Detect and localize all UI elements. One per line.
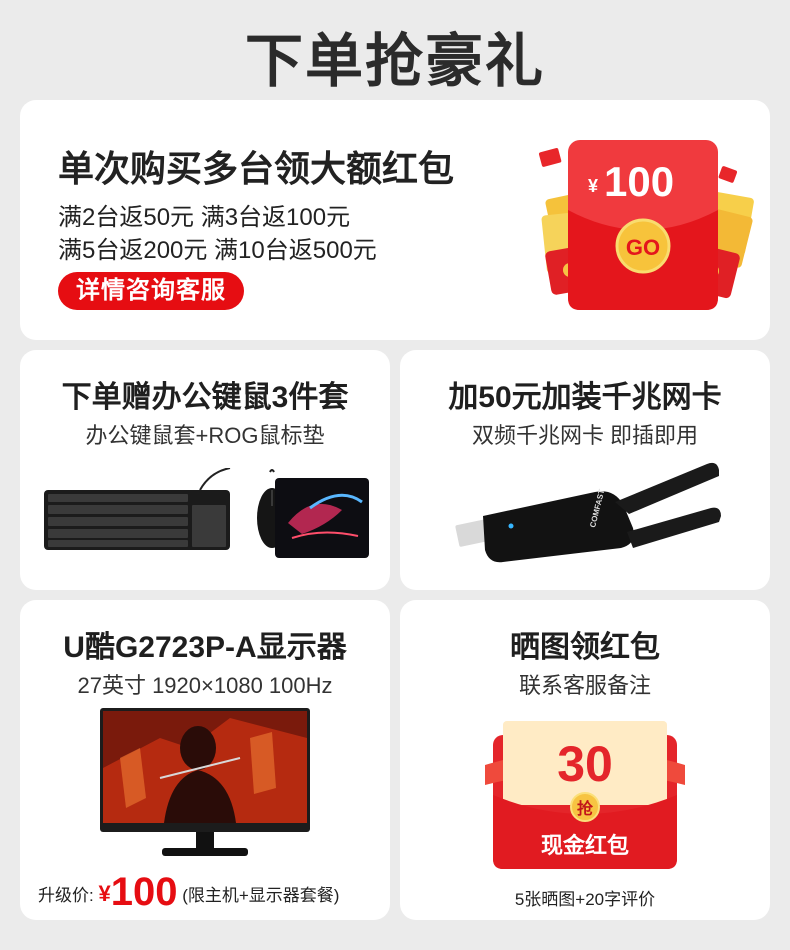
price-prefix: 升级价: xyxy=(38,886,94,905)
price-currency: ¥ xyxy=(98,881,111,906)
monitor-image xyxy=(100,708,310,856)
usb-wifi-adapter-image: COMFAST xyxy=(455,462,721,563)
card-title: U酷G2723P-A显示器 xyxy=(63,631,347,664)
card-subtitle: 双频千兆网卡 即插即用 xyxy=(471,423,699,448)
card-title: 晒图领红包 xyxy=(510,631,660,664)
go-label: GO xyxy=(626,235,660,260)
contact-service-button[interactable]: 详情咨询客服 xyxy=(58,272,244,310)
redpack-amount: 100 xyxy=(604,158,674,205)
hero-rebate-line-2: 满5台返200元 满10台返500元 xyxy=(58,237,377,264)
page-title: 下单抢豪礼 xyxy=(244,29,545,94)
card-subtitle: 联系客服备注 xyxy=(518,673,651,698)
bulk-purchase-banner: 单次购买多台领大额红包 满2台返50元 满3台返100元 满5台返200元 满1… xyxy=(20,100,770,340)
price-amount: 100 xyxy=(110,870,178,914)
cash-redpack-image: 30 抢 现金红包 xyxy=(485,721,685,869)
cash-redpack-label: 现金红包 xyxy=(541,833,629,858)
redpack-currency: ¥ xyxy=(588,176,598,196)
hero-title: 单次购买多台领大额红包 xyxy=(58,148,455,189)
grab-label: 抢 xyxy=(577,799,594,818)
keyboard-mouse-mousepad-image xyxy=(44,468,369,558)
redpack-30-amount: 30 xyxy=(557,736,613,792)
card-title: 加50元加装千兆网卡 xyxy=(448,381,722,414)
hero-rebate-line-1: 满2台返50元 满3台返100元 xyxy=(58,204,351,231)
card-title: 下单赠办公键鼠3件套 xyxy=(61,381,349,414)
upgrade-price-row: 升级价: ¥100 (限主机+显示器套餐) xyxy=(38,870,339,915)
card-subtitle: 办公键鼠套+ROG鼠标垫 xyxy=(85,423,325,448)
addon-wifi-card: 加50元加装千兆网卡 双频千兆网卡 即插即用 COMFAST xyxy=(400,350,770,590)
card-subtitle: 27英寸 1920×1080 100Hz xyxy=(77,673,333,698)
upgrade-monitor-card: U酷G2723P-A显示器 27英寸 1920×1080 100Hz 升级价: … xyxy=(20,600,390,920)
review-redpack-card: 晒图领红包 联系客服备注 30 抢 现金红包 5张晒图+20字评价 xyxy=(400,600,770,920)
price-suffix: (限主机+显示器套餐) xyxy=(182,886,340,905)
review-requirement-note: 5张晒图+20字评价 xyxy=(514,890,656,909)
red-envelope-100-illustration: ¥ 100 GO xyxy=(538,140,754,310)
gift-keyboard-mouse-card: 下单赠办公键鼠3件套 办公键鼠套+ROG鼠标垫 xyxy=(20,350,390,590)
